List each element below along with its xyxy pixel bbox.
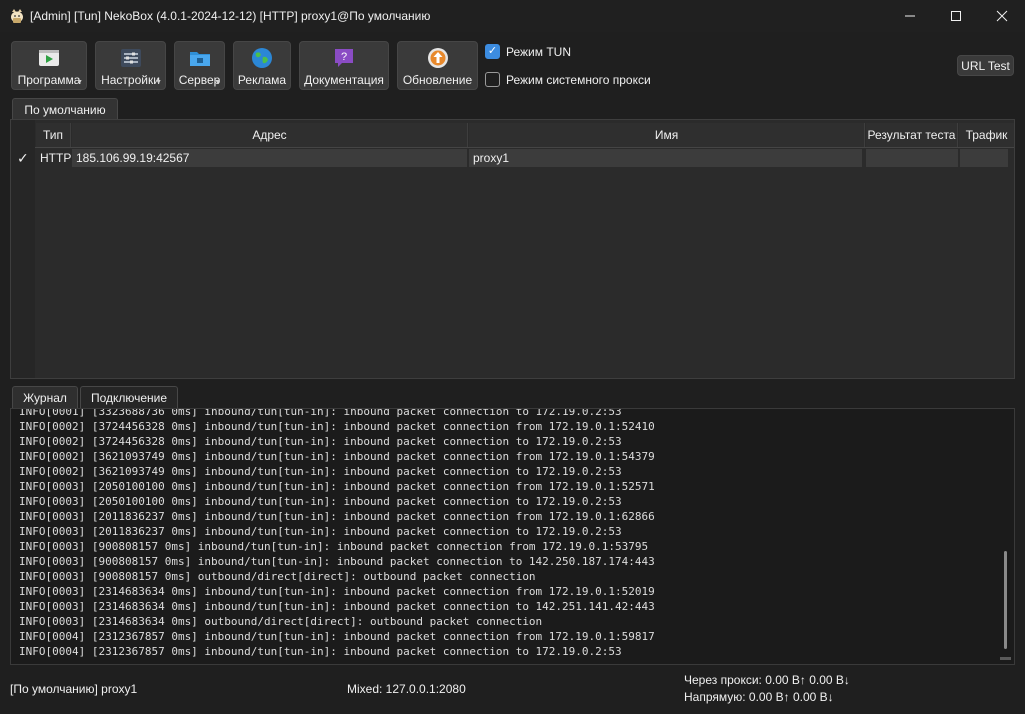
log-line: INFO[0001] [3323688736 0ms] inbound/tun[… [19, 408, 622, 418]
status-profile: [По умолчанию] proxy1 [10, 682, 138, 696]
log-line: INFO[0003] [2314683634 0ms] inbound/tun[… [19, 600, 655, 613]
column-header-type[interactable]: Тип [36, 123, 71, 147]
log-line: INFO[0003] [900808157 0ms] outbound/dire… [19, 570, 536, 583]
checkbox-box[interactable]: ✓ [485, 44, 500, 59]
close-button[interactable] [979, 0, 1025, 32]
status-proxy-traffic: Через прокси: 0.00 B↑ 0.00 B↓ [684, 673, 850, 687]
update-button[interactable]: Обновление [397, 41, 478, 90]
cell-name: proxy1 [469, 149, 862, 167]
program-menu-button[interactable]: Программа ▼ [11, 41, 87, 90]
log-output[interactable]: INFO[0001] [3323688736 0ms] inbound/tun[… [10, 408, 1015, 665]
tun-mode-checkbox[interactable]: ✓ Режим TUN [485, 44, 571, 59]
documentation-label: Документация [304, 73, 384, 87]
close-icon [996, 10, 1008, 22]
log-lines: INFO[0001] [3323688736 0ms] inbound/tun[… [19, 408, 655, 659]
update-arrow-icon [427, 48, 448, 68]
settings-menu-button[interactable]: Настройки ▼ [95, 41, 166, 90]
column-header-address[interactable]: Адрес [72, 123, 468, 147]
maximize-icon [951, 11, 961, 21]
update-label: Обновление [402, 73, 473, 87]
status-mixed-port: Mixed: 127.0.0.1:2080 [347, 682, 466, 696]
help-bubble-icon: ? [335, 49, 353, 67]
maximize-button[interactable] [933, 0, 979, 32]
url-test-button[interactable]: URL Test [957, 55, 1014, 76]
table-row[interactable]: ✓ HTTP 185.106.99.19:42567 proxy1 [11, 149, 1014, 167]
column-header-name[interactable]: Имя [469, 123, 865, 147]
ads-button[interactable]: Реклама [233, 41, 291, 90]
documentation-button[interactable]: ? Документация [299, 41, 389, 90]
play-icon [39, 50, 59, 66]
settings-sliders-icon [120, 49, 141, 67]
dropdown-arrow-icon: ▼ [214, 79, 221, 86]
log-line: INFO[0003] [2011836237 0ms] inbound/tun[… [19, 525, 622, 538]
log-line: INFO[0003] [2314683634 0ms] outbound/dir… [19, 615, 543, 628]
column-header-test-result[interactable]: Результат теста [866, 123, 958, 147]
log-line: INFO[0002] [3621093749 0ms] inbound/tun[… [19, 465, 622, 478]
log-line: INFO[0003] [2314683634 0ms] inbound/tun[… [19, 585, 655, 598]
ads-label: Реклама [237, 73, 287, 87]
log-line: INFO[0003] [2050100100 0ms] inbound/tun[… [19, 495, 622, 508]
system-proxy-checkbox[interactable]: Режим системного прокси [485, 72, 651, 87]
cell-address: 185.106.99.19:42567 [72, 149, 467, 167]
dropdown-arrow-icon: ▼ [76, 79, 83, 86]
log-line: INFO[0003] [900808157 0ms] inbound/tun[t… [19, 555, 655, 568]
tab-default-group[interactable]: По умолчанию [12, 98, 118, 120]
tab-connections[interactable]: Подключение [80, 386, 178, 409]
header-divider [35, 147, 1014, 148]
settings-label: Настройки [101, 73, 160, 87]
cell-test-result [866, 149, 958, 167]
program-label: Программа [17, 73, 81, 87]
checkbox-box[interactable] [485, 72, 500, 87]
tab-log[interactable]: Журнал [12, 386, 78, 409]
log-line: INFO[0002] [3724456328 0ms] inbound/tun[… [19, 435, 622, 448]
log-line: INFO[0003] [2050100100 0ms] inbound/tun[… [19, 480, 655, 493]
cell-type: HTTP [40, 151, 72, 165]
log-line: INFO[0003] [900808157 0ms] inbound/tun[t… [19, 540, 649, 553]
column-header-traffic[interactable]: Трафик [959, 123, 1014, 147]
minimize-button[interactable] [887, 0, 933, 32]
log-line: INFO[0004] [2312367857 0ms] inbound/tun[… [19, 645, 622, 658]
log-scrollbar-down-arrow[interactable] [1000, 657, 1011, 660]
neko-cat-icon [11, 9, 23, 23]
minimize-icon [905, 15, 915, 17]
tun-mode-label: Режим TUN [506, 44, 571, 59]
globe-icon [252, 48, 272, 68]
system-proxy-label: Режим системного прокси [506, 72, 651, 87]
selected-check-icon: ✓ [17, 150, 29, 166]
window-title: [Admin] [Tun] NekoBox (4.0.1-2024-12-12)… [30, 9, 431, 23]
log-line: INFO[0003] [2011836237 0ms] inbound/tun[… [19, 510, 655, 523]
server-folder-icon [189, 52, 210, 66]
status-direct-traffic: Напрямую: 0.00 B↑ 0.00 B↓ [684, 690, 834, 704]
dropdown-arrow-icon: ▼ [155, 79, 162, 86]
log-line: INFO[0002] [3724456328 0ms] inbound/tun[… [19, 420, 655, 433]
server-table[interactable]: Тип Адрес Имя Результат теста Трафик ✓ H… [10, 119, 1015, 379]
server-menu-button[interactable]: Сервер ▼ [174, 41, 225, 90]
checkmark-icon: ✓ [487, 45, 498, 57]
cell-traffic [960, 149, 1008, 167]
svg-text:?: ? [341, 51, 347, 63]
log-line: INFO[0004] [2312367857 0ms] inbound/tun[… [19, 630, 655, 643]
log-line: INFO[0002] [3621093749 0ms] inbound/tun[… [19, 450, 655, 463]
log-scrollbar-thumb[interactable] [1004, 551, 1007, 649]
